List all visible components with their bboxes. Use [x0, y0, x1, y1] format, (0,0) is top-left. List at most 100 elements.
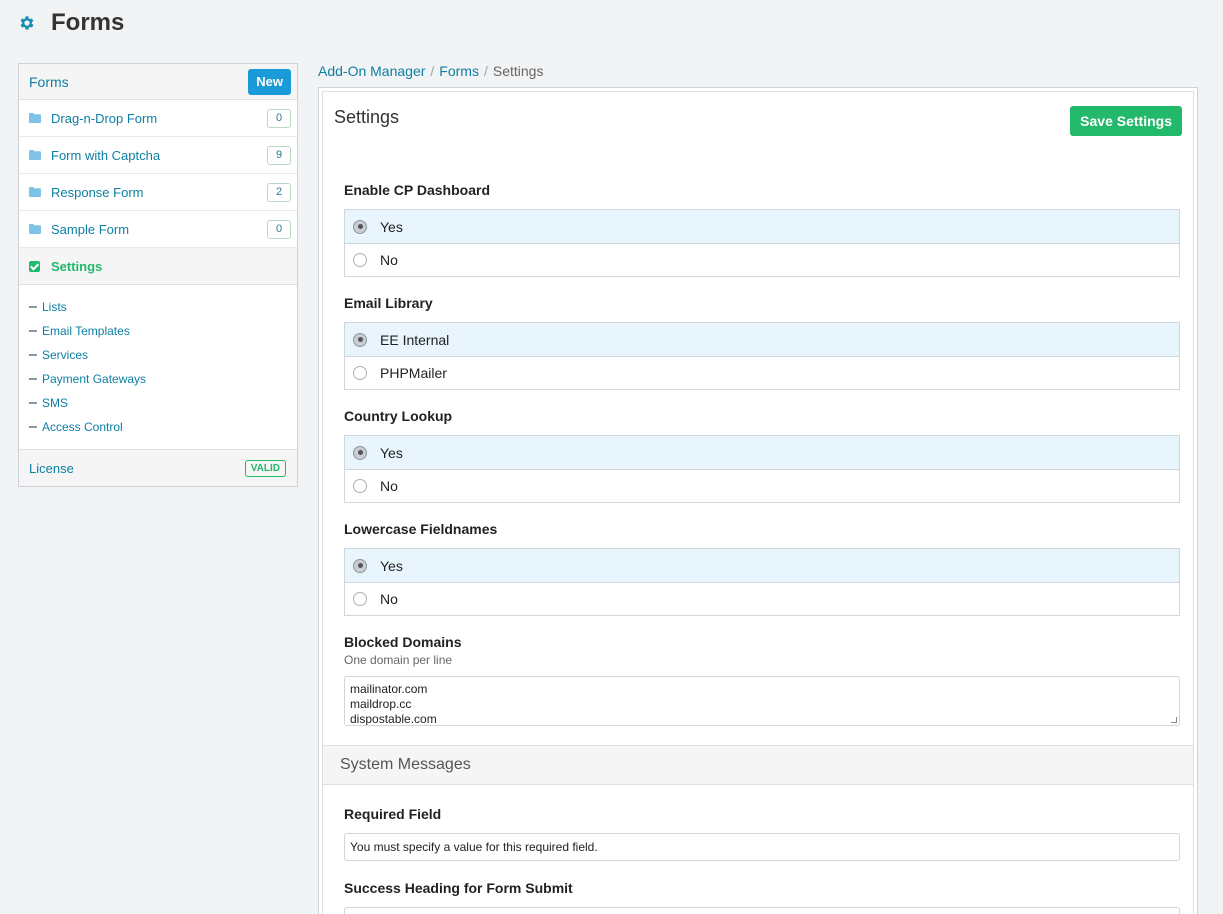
radio-label: No — [380, 478, 398, 494]
submenu-item-sms[interactable]: SMS — [29, 391, 297, 415]
radio-option-yes[interactable]: Yes — [345, 436, 1179, 469]
textarea-line: maildrop.cc — [350, 697, 412, 711]
page-title: Forms — [51, 9, 125, 36]
success-heading-input[interactable] — [344, 907, 1180, 914]
sidebar-item-label: Settings — [51, 258, 103, 274]
sidebar-item-form[interactable]: Sample Form 0 — [19, 211, 297, 248]
checkbox-checked-icon — [29, 260, 40, 272]
breadcrumb-link-forms[interactable]: Forms — [439, 63, 479, 79]
count-badge: 0 — [267, 108, 291, 128]
breadcrumb: Add-On Manager / Forms / Settings — [318, 63, 543, 79]
dash-icon — [29, 426, 37, 428]
radio-option-yes[interactable]: Yes — [345, 210, 1179, 243]
submenu-item-lists[interactable]: Lists — [29, 295, 297, 319]
submenu-item-label: SMS — [42, 396, 69, 410]
folder-icon — [29, 150, 41, 160]
required-field-input[interactable]: You must specify a value for this requir… — [344, 833, 1180, 861]
radio-button[interactable] — [353, 219, 367, 234]
sidebar-item-settings[interactable]: Settings — [19, 248, 297, 285]
panel-title: Settings — [334, 107, 400, 127]
radio-label: No — [380, 252, 398, 268]
field-required-field: Required Field You must specify a value … — [344, 806, 1180, 861]
count-badge: 9 — [267, 145, 291, 165]
sidebar-item-form[interactable]: Response Form 2 — [19, 174, 297, 211]
field-email-library: Email Library EE Internal PHPMailer — [344, 295, 1180, 390]
settings-submenu: Lists Email Templates Services Payment G… — [19, 285, 297, 450]
sidebar-item-label: Drag-n-Drop Form — [51, 110, 158, 126]
field-label: Success Heading for Form Submit — [344, 880, 573, 896]
radio-group: Yes No — [344, 209, 1180, 277]
submenu-item-services[interactable]: Services — [29, 343, 297, 367]
radio-button[interactable] — [353, 332, 367, 347]
sidebar-item-label: Sample Form — [51, 221, 130, 237]
radio-option-no[interactable]: No — [345, 243, 1179, 276]
radio-label: Yes — [380, 557, 403, 574]
field-hint: One domain per line — [344, 653, 453, 667]
resize-handle-icon[interactable] — [1171, 717, 1177, 723]
radio-option-phpmailer[interactable]: PHPMailer — [345, 356, 1179, 389]
field-lowercase-fieldnames: Lowercase Fieldnames Yes No — [344, 521, 1180, 616]
field-label: Required Field — [344, 806, 442, 822]
gear-icon — [20, 16, 34, 30]
sidebar-item-form[interactable]: Form with Captcha 9 — [19, 137, 297, 174]
radio-button[interactable] — [353, 445, 367, 460]
radio-label: No — [380, 591, 398, 607]
radio-button[interactable] — [353, 253, 367, 267]
dash-icon — [29, 306, 37, 308]
settings-form: Settings Save Settings Enable CP Dashboa… — [322, 91, 1194, 914]
submenu-item-label: Lists — [42, 300, 67, 314]
folder-icon — [29, 113, 41, 123]
submenu-item-email-templates[interactable]: Email Templates — [29, 319, 297, 343]
submenu-item-label: Email Templates — [42, 324, 130, 338]
folder-icon — [29, 187, 41, 197]
field-country-lookup: Country Lookup Yes No — [344, 408, 1180, 503]
settings-panel: Settings Save Settings Enable CP Dashboa… — [318, 87, 1198, 914]
radio-option-no[interactable]: No — [345, 469, 1179, 502]
radio-button[interactable] — [353, 366, 367, 380]
field-success-heading: Success Heading for Form Submit — [344, 880, 1180, 914]
textarea-line: dispostable.com — [350, 712, 437, 726]
submenu-item-access-control[interactable]: Access Control — [29, 415, 297, 439]
radio-button[interactable] — [353, 592, 367, 606]
breadcrumb-link-addon-manager[interactable]: Add-On Manager — [318, 63, 425, 79]
radio-group: Yes No — [344, 435, 1180, 503]
field-label: Enable CP Dashboard — [344, 182, 491, 198]
radio-option-ee-internal[interactable]: EE Internal — [345, 323, 1179, 356]
radio-option-yes[interactable]: Yes — [345, 549, 1179, 582]
page-header: Forms — [18, 8, 124, 38]
submenu-item-label: Access Control — [42, 420, 123, 434]
submenu-item-label: Services — [42, 348, 89, 362]
radio-option-no[interactable]: No — [345, 582, 1179, 615]
sidebar-item-label: Form with Captcha — [51, 147, 161, 163]
radio-label: Yes — [380, 444, 403, 461]
sidebar-item-form[interactable]: Drag-n-Drop Form 0 — [19, 100, 297, 137]
count-badge: 2 — [267, 182, 291, 202]
save-settings-button[interactable]: Save Settings — [1070, 106, 1182, 136]
sidebar-forms-title[interactable]: Forms — [29, 74, 69, 90]
field-blocked-domains: Blocked Domains One domain per line mail… — [344, 634, 1180, 726]
dash-icon — [29, 402, 37, 404]
field-label: Email Library — [344, 295, 433, 311]
count-badge: 0 — [267, 219, 291, 239]
radio-group: EE Internal PHPMailer — [344, 322, 1180, 390]
field-label: Blocked Domains — [344, 634, 462, 650]
section-header-system-messages: System Messages — [323, 745, 1193, 785]
radio-button[interactable] — [353, 558, 367, 573]
submenu-item-payment-gateways[interactable]: Payment Gateways — [29, 367, 297, 391]
sidebar-item-license[interactable]: License VALID — [19, 450, 297, 486]
sidebar-forms-header: Forms New — [19, 64, 297, 100]
sidebar: Forms New Drag-n-Drop Form 0 Form with C… — [18, 63, 298, 487]
breadcrumb-current: Settings — [492, 63, 544, 79]
textarea-line: mailinator.com — [350, 682, 428, 696]
radio-group: Yes No — [344, 548, 1180, 616]
radio-label: Yes — [380, 218, 403, 235]
sidebar-item-label: Response Form — [51, 184, 144, 200]
new-form-button[interactable]: New — [248, 68, 291, 95]
dash-icon — [29, 354, 37, 356]
radio-button[interactable] — [353, 479, 367, 493]
license-status-badge: VALID — [244, 459, 286, 477]
license-label: License — [29, 460, 74, 476]
dash-icon — [29, 378, 37, 380]
field-label: Country Lookup — [344, 408, 453, 424]
blocked-domains-textarea[interactable]: mailinator.com maildrop.cc dispostable.c… — [344, 676, 1180, 726]
